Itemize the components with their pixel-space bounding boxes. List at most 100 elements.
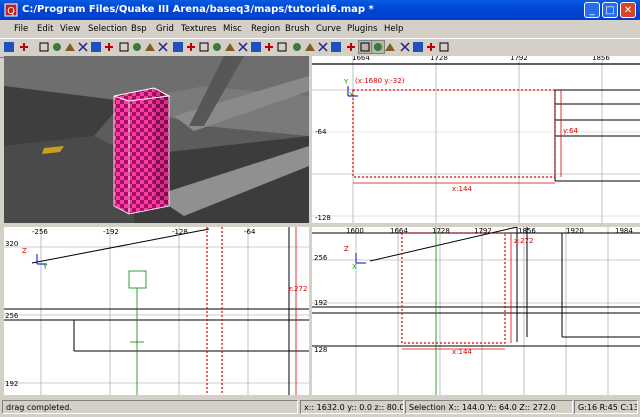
maximize-button[interactable]: □ [602,2,618,18]
texture-lock-icon[interactable] [304,41,316,53]
minimize-button[interactable]: _ [584,2,600,18]
status-bar: drag completed. x:: 1632.0 y:: 0.0 z:: 8… [0,398,640,417]
menu-grid[interactable]: Grid [156,24,174,34]
light-icon[interactable] [425,41,437,53]
menu-help[interactable]: Help [384,24,403,34]
horizontal-splitter[interactable] [4,223,640,227]
yz-tick-h-4: -64 [244,228,256,236]
xy-axis-x-label: X [349,91,354,99]
menu-misc[interactable]: Misc [223,24,242,34]
xz-width-label: x:144 [452,348,472,356]
yz-tick-v-2: 256 [5,312,19,320]
xz-tick-h-3: 1728 [432,227,450,235]
yz-side-view[interactable]: -256 -192 -128 -64 320 256 192 z:272 Z Y [4,227,309,395]
flip-y-icon[interactable] [51,41,63,53]
menu-bsp[interactable]: Bsp [131,24,147,34]
xy-tick-y-2: -128 [315,214,331,222]
menu-file[interactable]: File [14,24,28,34]
status-grid: G:16 R:45 C:13 L:MR [574,400,638,414]
menu-view[interactable]: View [60,24,80,34]
rotate-y-icon[interactable] [90,41,102,53]
yz-tick-v-3: 192 [5,380,18,388]
close-button[interactable]: ✕ [620,2,636,18]
app-icon: Q [4,3,18,17]
change-views-icon[interactable] [224,41,236,53]
xy-cursor-label: (x:1680 y:-32) [355,77,405,85]
menu-brush[interactable]: Brush [285,24,310,34]
xy-width-label: x:144 [452,185,472,193]
select-touching-icon[interactable] [131,41,143,53]
xz-axis-z-label: Z [344,245,349,253]
xz-tick-v-3: 128 [314,346,327,354]
select-face-icon[interactable] [371,40,385,54]
drag-icon[interactable] [358,40,372,54]
camera-icon[interactable] [399,41,411,53]
xz-tick-v-2: 192 [314,299,327,307]
view-x-icon[interactable] [237,41,249,53]
menu-region[interactable]: Region [251,24,280,34]
camera-view[interactable] [4,56,309,223]
xy-axis-y-label: Y [343,78,349,86]
xz-tick-h-7: 1984 [615,227,633,235]
yz-height-label: z:272 [288,285,307,293]
toolbar [0,38,640,58]
status-coords: x:: 1632.0 y:: 0.0 z:: 80.0 [300,400,404,414]
menu-bar: File Edit View Selection Bsp Grid Textur… [0,21,640,37]
xy-tick-x-4: 1856 [592,56,610,62]
window-title: C:/Program Files/Quake III Arena/baseq3/… [22,4,374,15]
save-icon[interactable] [18,41,30,53]
xy-tick-x-3: 1792 [510,56,528,62]
flip-z-icon[interactable] [64,41,76,53]
flip-x-icon[interactable] [38,41,50,53]
xy-tick-y-1: -64 [315,128,327,136]
brush-cleanup-icon[interactable] [384,41,396,53]
points-icon[interactable] [412,41,424,53]
xz-front-view[interactable]: 1600 1664 1728 1792 1856 1920 1984 256 1… [312,227,640,395]
scale-icon[interactable] [345,41,357,53]
xy-tick-x-2: 1728 [430,56,448,62]
select-inside-icon[interactable] [157,41,169,53]
csg-subtract-icon[interactable] [172,41,184,53]
rotate-z-icon[interactable] [103,41,115,53]
title-bar: Q C:/Program Files/Quake III Arena/baseq… [0,0,640,20]
patch-icon[interactable] [330,41,342,53]
view-y-icon[interactable] [250,41,262,53]
open-icon[interactable] [3,41,15,53]
yz-tick-h-2: -192 [103,228,119,236]
xz-height-label: z:272 [514,237,533,245]
xz-tick-h-4: 1792 [474,227,492,235]
xz-tick-h-1: 1600 [346,227,364,235]
status-message: drag completed. [2,400,298,414]
xy-top-view[interactable]: 1664 1728 1792 1856 -64 -128 (x:1680 y:-… [312,56,640,223]
menu-curve[interactable]: Curve [316,24,341,34]
entity-icon[interactable] [291,41,303,53]
yz-tick-h-3: -128 [172,228,188,236]
clipper-icon[interactable] [211,41,223,53]
xz-tick-h-2: 1664 [390,227,408,235]
xz-axis-x-label: X [352,263,357,271]
xy-tick-x-1: 1664 [352,56,370,62]
vertex-edit-icon[interactable] [317,41,329,53]
cubic-clip-icon[interactable] [276,41,288,53]
xz-tick-h-6: 1920 [566,227,584,235]
yz-tick-h-1: -256 [32,228,48,236]
svg-text:Q: Q [7,6,15,17]
rotate-x-icon[interactable] [77,41,89,53]
yz-axis-z-label: Z [22,247,27,255]
status-selection: Selection X:: 144.0 Y:: 64.0 Z:: 272.0 [405,400,573,414]
xy-height-label: y:64 [563,127,578,135]
yz-axis-y-label: Y [42,263,48,271]
xz-tick-v-1: 256 [314,254,328,262]
view-z-icon[interactable] [263,41,275,53]
menu-textures[interactable]: Textures [181,24,217,34]
select-complete-tall-icon[interactable] [118,41,130,53]
xz-tick-h-5: 1856 [518,227,536,235]
csg-merge-icon[interactable] [185,41,197,53]
select-partial-tall-icon[interactable] [144,41,156,53]
menu-selection[interactable]: Selection [88,24,127,34]
yz-tick-v-1: 320 [5,240,18,248]
menu-edit[interactable]: Edit [37,24,53,34]
curve-icon[interactable] [438,41,450,53]
menu-plugins[interactable]: Plugins [347,24,377,34]
hollow-icon[interactable] [198,41,210,53]
